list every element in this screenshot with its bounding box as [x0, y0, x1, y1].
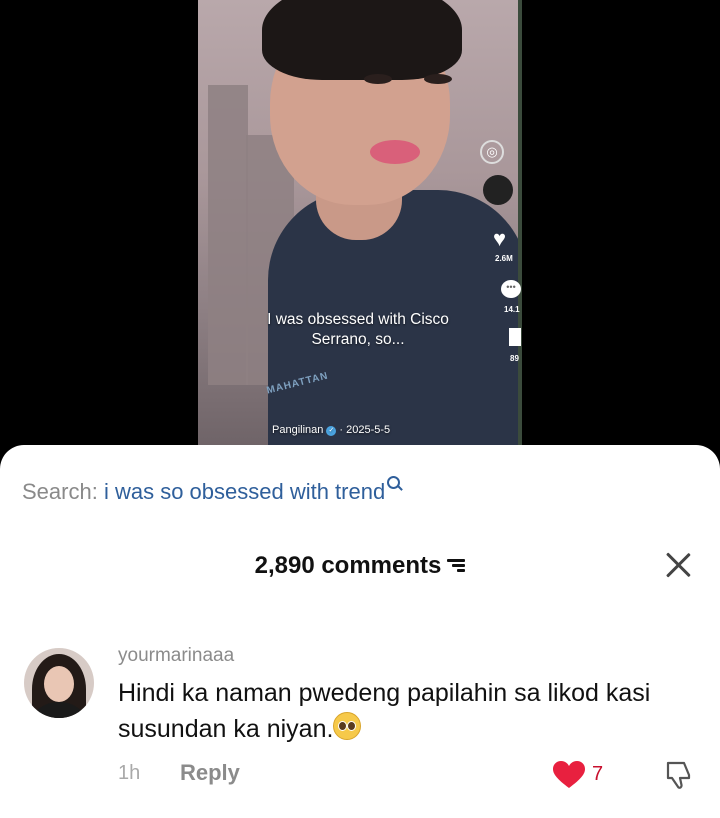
close-icon[interactable]: [664, 551, 692, 579]
effect-icon[interactable]: ◎: [480, 140, 504, 164]
comments-count: 2,890 comments: [254, 552, 442, 579]
comment-count: 14.1: [504, 305, 520, 314]
save-count: 89: [510, 354, 519, 363]
pleading-face-emoji: [333, 712, 362, 740]
sound-avatar-icon[interactable]: [483, 175, 513, 205]
dislike-icon[interactable]: [662, 759, 694, 791]
like-icon[interactable]: ♥: [493, 228, 506, 250]
author-handle: Pangilinan: [272, 424, 324, 436]
search-suggestion[interactable]: Search: i was so obsessed with trend: [22, 476, 401, 505]
phone-edge: [518, 0, 522, 445]
video-preview[interactable]: ◎ ♥ 2.6M ••• 14.1 89 MAHATTAN I was obse…: [198, 0, 522, 445]
search-icon[interactable]: [387, 476, 401, 489]
like-count: 2.6M: [495, 254, 513, 263]
video-author[interactable]: Pangilinan ✓ · 2025-5-5: [272, 424, 390, 436]
person-hair: [262, 0, 462, 80]
person-lips: [370, 140, 420, 164]
comment-icon[interactable]: •••: [501, 280, 521, 298]
comment-text: Hindi ka naman pwedeng papilahin sa liko…: [118, 679, 651, 743]
comment-like-count: 7: [592, 763, 604, 785]
video-date: · 2025-5-5: [339, 424, 391, 436]
video-caption: I was obsessed with Cisco Serrano, so...: [267, 311, 449, 348]
search-query[interactable]: i was so obsessed with trend: [104, 479, 385, 504]
comments-header: 2,890 comments: [0, 552, 720, 580]
reply-button[interactable]: Reply: [180, 760, 240, 786]
heart-icon[interactable]: [553, 761, 585, 789]
person-eye: [424, 74, 452, 84]
person-eye: [364, 74, 392, 84]
verified-badge-icon: ✓: [326, 426, 337, 436]
sort-icon[interactable]: [447, 558, 466, 572]
search-label: Search:: [22, 479, 98, 504]
bookmark-icon[interactable]: [509, 328, 521, 346]
comments-sheet: Search: i was so obsessed with trend 2,8…: [0, 445, 720, 818]
avatar[interactable]: [24, 648, 94, 718]
comment-time: 1h: [118, 762, 141, 784]
comment-username[interactable]: yourmarinaaa: [118, 645, 234, 667]
